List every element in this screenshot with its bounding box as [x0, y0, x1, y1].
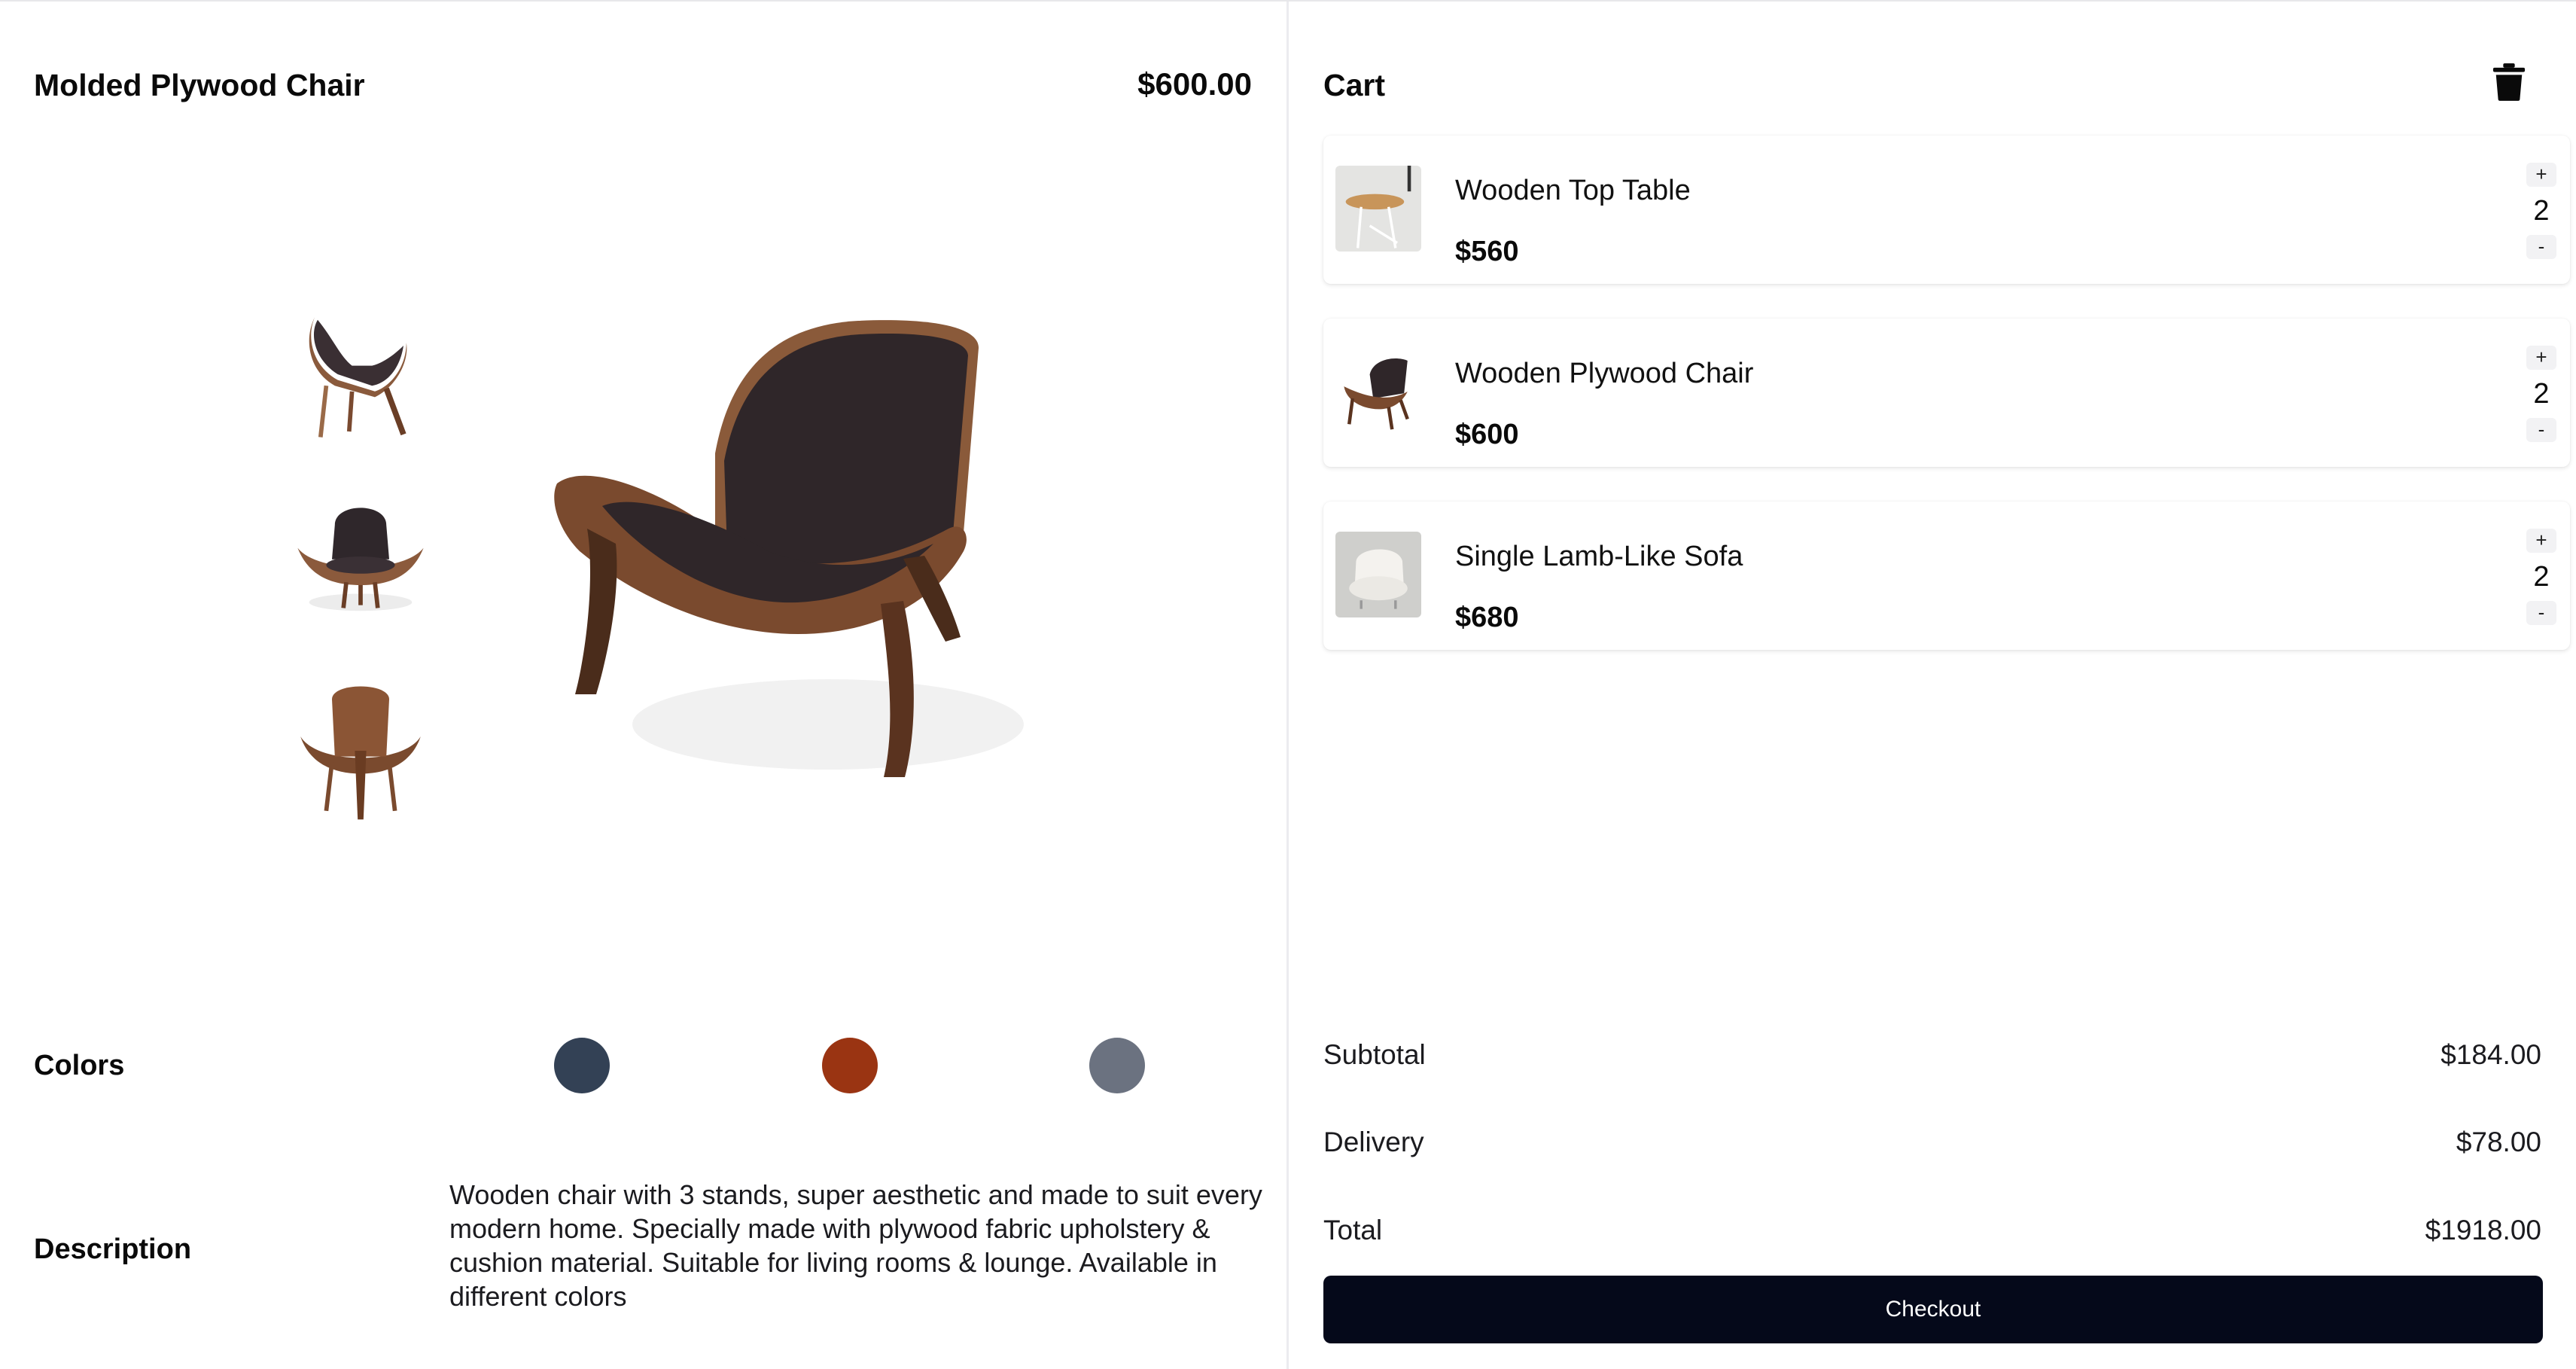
item-price: $560: [1455, 236, 1519, 267]
colors-label: Colors: [34, 1050, 125, 1081]
subtotal-label: Subtotal: [1323, 1039, 1426, 1070]
quantity-stepper: + 2 -: [2526, 529, 2556, 627]
color-swatch-gray[interactable]: [1089, 1038, 1145, 1093]
color-swatch-rust[interactable]: [822, 1038, 878, 1093]
item-image-sofa: [1335, 532, 1421, 617]
cart-title: Cart: [1323, 68, 1386, 102]
quantity-stepper: + 2 -: [2526, 163, 2556, 261]
color-swatch-slate[interactable]: [554, 1038, 610, 1093]
thumbnail-back-view[interactable]: [289, 679, 432, 822]
quantity-value: 2: [2533, 195, 2550, 227]
decrement-button[interactable]: -: [2526, 235, 2556, 259]
decrement-button[interactable]: -: [2526, 601, 2556, 625]
description-label: Description: [34, 1233, 192, 1265]
app: Molded Plywood Chair $600.00 Colors Desc…: [0, 0, 2576, 1369]
cart-item: Wooden Top Table $560 + 2 -: [1323, 136, 2570, 284]
trash-icon[interactable]: [2492, 63, 2526, 101]
item-image-chair: [1335, 349, 1421, 434]
item-price: $680: [1455, 602, 1519, 633]
increment-button[interactable]: +: [2526, 346, 2556, 370]
cart-item: Single Lamb-Like Sofa $680 + 2 -: [1323, 502, 2570, 650]
thumbnail-side-view[interactable]: [289, 303, 432, 446]
delivery-label: Delivery: [1323, 1127, 1424, 1157]
item-price: $600: [1455, 419, 1519, 450]
increment-button[interactable]: +: [2526, 529, 2556, 553]
product-title: Molded Plywood Chair: [34, 68, 365, 102]
product-main-image: [527, 303, 1039, 830]
item-name: Wooden Plywood Chair: [1455, 358, 1754, 389]
total-value: $1918.00: [2425, 1215, 2541, 1246]
product-price: $600.00: [1137, 66, 1252, 102]
total-label: Total: [1323, 1215, 1383, 1246]
decrement-button[interactable]: -: [2526, 418, 2556, 442]
thumbnail-front-view[interactable]: [289, 485, 432, 628]
checkout-button[interactable]: Checkout: [1323, 1276, 2543, 1343]
item-image-table: [1335, 166, 1421, 252]
item-name: Single Lamb-Like Sofa: [1455, 541, 1743, 572]
quantity-stepper: + 2 -: [2526, 346, 2556, 444]
cart-item: Wooden Plywood Chair $600 + 2 -: [1323, 319, 2570, 467]
item-name: Wooden Top Table: [1455, 175, 1691, 206]
quantity-value: 2: [2533, 561, 2550, 593]
delivery-value: $78.00: [2456, 1127, 2541, 1157]
product-description: Wooden chair with 3 stands, super aesthe…: [449, 1179, 1262, 1312]
product-panel: Molded Plywood Chair $600.00 Colors Desc…: [0, 2, 1286, 1369]
subtotal-value: $184.00: [2441, 1039, 2541, 1070]
cart-panel: Cart Wooden Top Table $560 + 2 - Wooden …: [1289, 2, 2576, 1369]
increment-button[interactable]: +: [2526, 163, 2556, 187]
quantity-value: 2: [2533, 378, 2550, 410]
